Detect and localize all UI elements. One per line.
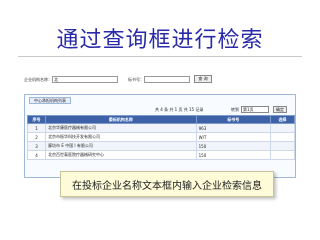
column-header-no: 序号	[26, 115, 47, 124]
column-header-name: 委标机构名称	[45, 115, 197, 124]
pager-info: 共 4 条 共 1 页 共 15 记录	[155, 107, 204, 112]
go-button[interactable]: 确定	[273, 106, 287, 113]
row-company-name: 北京百世泰医院疗器械研究中心	[45, 150, 197, 160]
bid-number-label: 标书号：	[128, 77, 144, 82]
company-table: 序号 委标机构名称 标书号 选择 1 北京华康医疗器械有限公司 963 2 北京…	[26, 115, 296, 160]
tab-company-list[interactable]: 中心承担机构列表	[29, 97, 71, 104]
row-bid-number: W/T	[195, 132, 271, 142]
table-row[interactable]: 3 廊坊市 E 中国 I 有限公司 150	[26, 141, 296, 151]
row-bid-number: 150	[195, 150, 271, 160]
instruction-callout: 在投标企业名称文本框内输入企业检索信息	[60, 171, 274, 197]
row-bid-number: 963	[195, 123, 271, 133]
search-form: 企业机构名称： 北 标书号： 查 询	[24, 74, 296, 86]
row-select[interactable]	[269, 123, 296, 133]
column-header-select: 选择	[269, 115, 296, 124]
column-header-number: 标书号	[195, 115, 271, 124]
row-company-name: 北京市振华科技开发有限公司	[45, 132, 197, 142]
row-no: 3	[26, 141, 47, 151]
title-divider	[18, 56, 302, 57]
query-button[interactable]: 查 询	[194, 75, 212, 83]
company-name-label: 企业机构名称：	[24, 77, 52, 82]
company-name-input[interactable]: 北	[52, 76, 118, 83]
row-bid-number: 150	[195, 141, 271, 151]
table-header-row: 序号 委标机构名称 标书号 选择	[26, 115, 296, 124]
row-no: 1	[26, 123, 47, 133]
page-select[interactable]: 第1页	[241, 106, 269, 113]
bid-number-input[interactable]	[144, 76, 190, 83]
slide-title: 通过查询框进行检索	[56, 28, 264, 53]
table-row[interactable]: 4 北京百世泰医院疗器械研究中心 150	[26, 150, 296, 160]
row-select[interactable]	[269, 132, 296, 142]
result-panel: 中心承担机构列表 共 4 条 共 1 页 共 15 记录 转到 第1页 确定 序…	[24, 94, 296, 178]
pager-jump-label: 转到	[231, 107, 239, 112]
row-no: 2	[26, 132, 47, 142]
row-select[interactable]	[269, 150, 296, 160]
pager: 共 4 条 共 1 页 共 15 记录 转到 第1页 确定	[155, 106, 293, 114]
row-select[interactable]	[269, 141, 296, 151]
table-row[interactable]: 1 北京华康医疗器械有限公司 963	[26, 123, 296, 133]
row-no: 4	[26, 150, 47, 160]
table-row[interactable]: 2 北京市振华科技开发有限公司 W/T	[26, 132, 296, 142]
row-company-name: 廊坊市 E 中国 I 有限公司	[45, 141, 197, 151]
row-company-name: 北京华康医疗器械有限公司	[45, 123, 197, 133]
